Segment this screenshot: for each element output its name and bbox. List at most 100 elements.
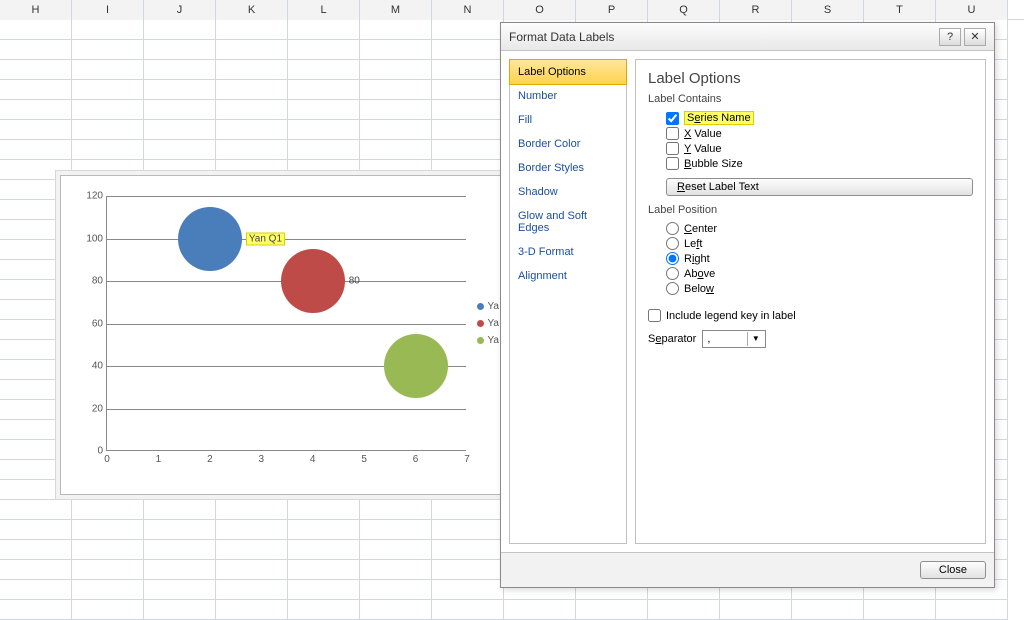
- data-label[interactable]: 80: [349, 276, 360, 287]
- close-x-button[interactable]: ✕: [964, 28, 986, 46]
- cell[interactable]: [432, 60, 504, 80]
- cell[interactable]: [288, 540, 360, 560]
- column-header[interactable]: O: [504, 0, 576, 20]
- cell[interactable]: [216, 560, 288, 580]
- label-contains-checkbox[interactable]: [666, 142, 679, 155]
- cell[interactable]: [72, 520, 144, 540]
- cell[interactable]: [72, 120, 144, 140]
- cell[interactable]: [0, 120, 72, 140]
- cell[interactable]: [504, 600, 576, 620]
- cell[interactable]: [432, 540, 504, 560]
- cell[interactable]: [432, 40, 504, 60]
- cell[interactable]: [0, 100, 72, 120]
- cell[interactable]: [288, 60, 360, 80]
- cell[interactable]: [288, 140, 360, 160]
- cell[interactable]: [216, 60, 288, 80]
- cell[interactable]: [72, 80, 144, 100]
- bubble-point[interactable]: [384, 334, 448, 398]
- column-header[interactable]: L: [288, 0, 360, 20]
- cell[interactable]: [144, 520, 216, 540]
- dialog-titlebar[interactable]: Format Data Labels ? ✕: [501, 23, 994, 51]
- cell[interactable]: [72, 500, 144, 520]
- cell[interactable]: [144, 600, 216, 620]
- label-position-radio[interactable]: [666, 267, 679, 280]
- nav-item[interactable]: Alignment: [510, 264, 626, 288]
- cell[interactable]: [72, 100, 144, 120]
- cell[interactable]: [864, 600, 936, 620]
- cell[interactable]: [72, 140, 144, 160]
- cell[interactable]: [288, 40, 360, 60]
- cell[interactable]: [144, 40, 216, 60]
- cell[interactable]: [0, 560, 72, 580]
- cell[interactable]: [216, 540, 288, 560]
- column-header[interactable]: H: [0, 0, 72, 20]
- cell[interactable]: [360, 580, 432, 600]
- data-label[interactable]: Yan Q1: [246, 233, 285, 244]
- cell[interactable]: [216, 40, 288, 60]
- cell[interactable]: [216, 500, 288, 520]
- cell[interactable]: [144, 100, 216, 120]
- cell[interactable]: [144, 560, 216, 580]
- nav-item[interactable]: Border Styles: [510, 156, 626, 180]
- bubble-point[interactable]: [178, 207, 242, 271]
- column-header[interactable]: T: [864, 0, 936, 20]
- label-position-radio[interactable]: [666, 237, 679, 250]
- label-contains-checkbox[interactable]: [666, 157, 679, 170]
- label-position-radio[interactable]: [666, 222, 679, 235]
- cell[interactable]: [216, 120, 288, 140]
- nav-item[interactable]: 3-D Format: [510, 240, 626, 264]
- cell[interactable]: [288, 520, 360, 540]
- column-header[interactable]: U: [936, 0, 1008, 20]
- cell[interactable]: [144, 580, 216, 600]
- cell[interactable]: [72, 580, 144, 600]
- cell[interactable]: [0, 540, 72, 560]
- cell[interactable]: [360, 540, 432, 560]
- cell[interactable]: [432, 560, 504, 580]
- cell[interactable]: [144, 120, 216, 140]
- nav-item[interactable]: Glow and Soft Edges: [510, 204, 626, 240]
- cell[interactable]: [720, 600, 792, 620]
- cell[interactable]: [0, 580, 72, 600]
- cell[interactable]: [288, 100, 360, 120]
- cell[interactable]: [144, 20, 216, 40]
- cell[interactable]: [360, 500, 432, 520]
- cell[interactable]: [216, 600, 288, 620]
- cell[interactable]: [432, 120, 504, 140]
- cell[interactable]: [576, 600, 648, 620]
- cell[interactable]: [432, 80, 504, 100]
- cell[interactable]: [72, 600, 144, 620]
- cell[interactable]: [0, 500, 72, 520]
- cell[interactable]: [432, 100, 504, 120]
- nav-item[interactable]: Number: [510, 84, 626, 108]
- cell[interactable]: [288, 20, 360, 40]
- close-button[interactable]: Close: [920, 561, 986, 579]
- cell[interactable]: [360, 520, 432, 540]
- cell[interactable]: [0, 20, 72, 40]
- cell[interactable]: [360, 120, 432, 140]
- cell[interactable]: [288, 600, 360, 620]
- column-header[interactable]: J: [144, 0, 216, 20]
- include-legend-key-checkbox[interactable]: [648, 309, 661, 322]
- column-header[interactable]: M: [360, 0, 432, 20]
- column-header[interactable]: Q: [648, 0, 720, 20]
- cell[interactable]: [432, 20, 504, 40]
- cell[interactable]: [288, 80, 360, 100]
- cell[interactable]: [360, 600, 432, 620]
- cell[interactable]: [936, 600, 1008, 620]
- cell[interactable]: [0, 40, 72, 60]
- cell[interactable]: [216, 100, 288, 120]
- label-contains-checkbox[interactable]: [666, 127, 679, 140]
- bubble-chart[interactable]: 02040608010012001234567Yan Q180 YaYaYa: [60, 175, 510, 495]
- cell[interactable]: [432, 500, 504, 520]
- column-header[interactable]: K: [216, 0, 288, 20]
- cell[interactable]: [0, 140, 72, 160]
- cell[interactable]: [288, 500, 360, 520]
- column-header[interactable]: I: [72, 0, 144, 20]
- nav-item[interactable]: Label Options: [509, 59, 627, 85]
- cell[interactable]: [144, 500, 216, 520]
- label-contains-checkbox[interactable]: [666, 112, 679, 125]
- bubble-point[interactable]: [281, 249, 345, 313]
- cell[interactable]: [216, 580, 288, 600]
- reset-label-text-button[interactable]: Reset Label Text: [666, 178, 973, 196]
- cell[interactable]: [144, 80, 216, 100]
